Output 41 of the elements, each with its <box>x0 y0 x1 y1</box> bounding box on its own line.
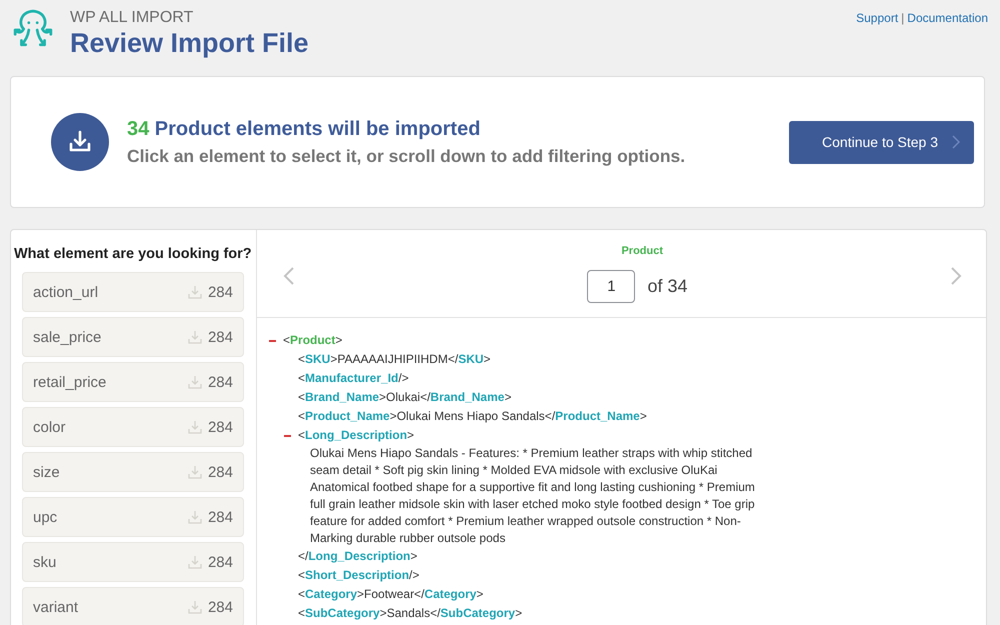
element-item[interactable]: size 284 <box>22 452 244 492</box>
xml-tag-line[interactable]: <Product> <box>283 331 342 350</box>
elements-heading: What element are you looking for? <box>13 245 253 262</box>
element-item[interactable]: upc 284 <box>22 497 244 537</box>
xml-tag-line[interactable]: </Long_Description> <box>298 547 418 566</box>
page-total: of 34 <box>647 276 688 296</box>
element-item[interactable]: retail_price 284 <box>22 362 244 402</box>
xml-tag-line[interactable]: <SKU>PAAAAAIJHIPIIHDM</SKU> <box>298 350 491 369</box>
download-icon <box>188 330 202 344</box>
download-icon <box>188 600 202 614</box>
element-text: Olukai Mens Hiapo Sandals - Features: * Premium leather straps with whip stitched seam detail * Soft pig skin lining * Molded EVA midsole with exclusive OluKai Anatomical footbed shape for a supportive fit and long lasting cushioning * Premium full grain leather midsole skin with laser etched moko style footbed design * Toe grip feature for added comfort * Premium leather wrapped outsole construction * Non-Marking durable rubber outsole pods <box>310 445 756 547</box>
xml-tag-line[interactable]: <SubCategory>Sandals</SubCategory> <box>298 604 522 623</box>
xml-tag-line[interactable]: <Brand_Name>Olukai</Brand_Name> <box>298 388 512 407</box>
download-icon <box>188 555 202 569</box>
element-item[interactable]: action_url 284 <box>22 272 244 312</box>
element-item[interactable]: variant 284 <box>22 587 244 625</box>
xml-tag-line[interactable]: <Product_Name>Olukai Mens Hiapo Sandals</Product_Name> <box>298 407 647 426</box>
element-item[interactable]: sku 284 <box>22 542 244 582</box>
download-icon <box>188 420 202 434</box>
brand-name: WP ALL IMPORT <box>70 9 194 27</box>
xml-tag-line[interactable]: <Long_Description> <box>298 426 414 445</box>
xml-tag-line[interactable]: <Manufacturer_Id/> <box>298 369 409 388</box>
header-link[interactable]: Documentation <box>907 11 988 25</box>
import-subtitle: Click an element to select it, or scroll down to add filtering options. <box>127 146 686 166</box>
download-icon <box>51 113 109 171</box>
page-input[interactable]: 1 <box>587 270 636 302</box>
xml-tag-line[interactable]: <Category>Footwear</Category> <box>298 585 484 604</box>
element-item[interactable]: sale_price 284 <box>22 317 244 357</box>
download-icon <box>188 375 202 389</box>
page-title: Review Import File <box>70 28 309 59</box>
download-icon <box>188 465 202 479</box>
link-separator: | <box>901 11 904 25</box>
chevron-icon <box>952 135 960 149</box>
continue-button[interactable]: Continue to Step 3 <box>789 120 974 164</box>
download-icon <box>188 285 202 299</box>
element-item[interactable]: color 284 <box>22 407 244 447</box>
element-name: Product <box>621 244 664 256</box>
xml-tag-line[interactable]: <Short_Description/> <box>298 566 420 585</box>
header-link[interactable]: Support <box>856 11 898 25</box>
import-headline: 34 Product elements will be imported <box>127 118 482 140</box>
download-icon <box>188 510 202 524</box>
